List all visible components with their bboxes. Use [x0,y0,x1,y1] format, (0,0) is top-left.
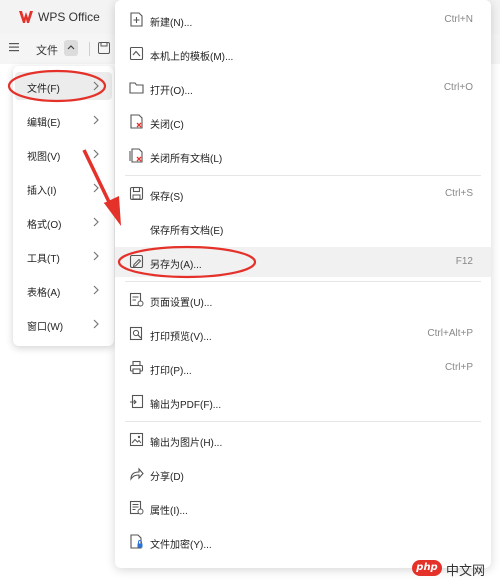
share-icon [130,467,144,481]
shortcut-label: Ctrl+P [444,362,473,373]
toolbar-divider [89,42,90,56]
chevron-right-icon [93,319,99,329]
menu-item-label: 工具(T) [27,254,60,265]
folder-icon [129,82,144,94]
menu-item-page-setup[interactable]: 页面设置(U)... [115,285,491,315]
menu-item-view[interactable]: 视图(V) [15,140,112,168]
menu-item-label: 格式(O) [27,220,62,231]
chevron-up-icon [67,45,75,50]
wps-logo-icon [19,11,33,23]
menu-item-label: 分享(D) [150,472,184,483]
close-doc-icon [130,114,143,129]
menu-item-label: 关闭所有文档(L) [150,154,223,165]
menu-item-label: 属性(I)... [150,506,188,517]
menu-item-window[interactable]: 窗口(W) [15,310,112,338]
menu-item-save[interactable]: 保存(S) Ctrl+S [115,179,491,209]
menu-item-close[interactable]: 关闭(C) [115,107,491,137]
save-icon [129,186,144,201]
encrypt-icon [130,534,143,549]
menu-item-label: 页面设置(U)... [150,298,213,309]
file-menu-button[interactable]: 文件 [36,42,58,58]
template-icon [129,46,144,61]
menu-item-close-all[interactable]: 关闭所有文档(L) [115,141,491,171]
menu-item-tools[interactable]: 工具(T) [15,242,112,270]
chevron-right-icon [93,285,99,295]
shortcut-label: Ctrl+O [443,82,473,93]
menu-item-export-pdf[interactable]: 输出为PDF(F)... [115,387,491,417]
menu-item-print-preview[interactable]: 打印预览(V)... Ctrl+Alt+P [115,319,491,349]
menu-item-label: 另存为(A)... [150,260,202,271]
watermark-badge: php [412,560,442,576]
menu-item-file[interactable]: 文件(F) [15,72,112,100]
menu-item-new[interactable]: 新建(N)... Ctrl+N [115,5,491,35]
menu-item-save-as[interactable]: 另存为(A)... F12 [115,247,491,277]
menu-item-label: 本机上的模板(M)... [150,52,234,63]
menu-item-label: 打印(P)... [150,366,192,377]
pdf-export-icon [130,394,144,409]
menu-item-label: 文件加密(Y)... [150,540,212,551]
menu-item-label: 窗口(W) [27,322,64,333]
menu-item-label: 输出为图片(H)... [150,438,223,449]
menu-item-label: 视图(V) [27,152,61,163]
menu-item-print[interactable]: 打印(P)... Ctrl+P [115,353,491,383]
menu-item-label: 表格(A) [27,288,61,299]
menu-item-label: 保存(S) [150,192,184,203]
shortcut-label: Ctrl+S [444,188,473,199]
chevron-right-icon [93,217,99,227]
chevron-right-icon [93,149,99,159]
menu-divider [125,421,481,422]
menu-item-open[interactable]: 打开(O)... Ctrl+O [115,73,491,103]
chevron-right-icon [93,251,99,261]
hamburger-menu-icon[interactable] [9,42,19,52]
page-setup-icon [129,292,144,307]
menu-item-label: 插入(I) [27,186,57,197]
file-dropdown-button[interactable] [64,40,78,56]
main-menu-dropdown: 文件(F) 编辑(E) 视图(V) 插入(I) 格式(O) 工具(T) 表格(A… [13,66,114,346]
image-export-icon [129,432,144,447]
menu-item-share[interactable]: 分享(D) [115,459,491,489]
quick-save-icon[interactable] [98,42,110,54]
menu-item-export-image[interactable]: 输出为图片(H)... [115,425,491,455]
properties-icon [129,500,144,515]
menu-item-label: 关闭(C) [150,120,184,131]
chevron-right-icon [93,183,99,193]
menu-item-insert[interactable]: 插入(I) [15,174,112,202]
menu-item-label: 输出为PDF(F)... [150,400,222,411]
new-doc-icon [130,12,143,27]
save-as-icon [129,254,144,269]
menu-item-properties[interactable]: 属性(I)... [115,493,491,523]
menu-divider [125,281,481,282]
shortcut-label: F12 [455,256,473,267]
menu-item-label: 编辑(E) [27,118,61,129]
menu-item-label: 文件(F) [27,84,60,95]
printer-icon [129,360,144,375]
chevron-right-icon [93,81,99,91]
app-title: WPS Office [38,10,100,24]
file-submenu: 新建(N)... Ctrl+N 本机上的模板(M)... 打开(O)... Ct… [115,0,491,568]
menu-divider [125,175,481,176]
menu-item-save-all[interactable]: 保存所有文档(E) [115,213,491,243]
menu-item-label: 新建(N)... [150,18,193,29]
close-all-icon [129,148,143,163]
shortcut-label: Ctrl+N [444,14,473,25]
shortcut-label: Ctrl+Alt+P [427,328,473,339]
chevron-right-icon [93,115,99,125]
menu-item-edit[interactable]: 编辑(E) [15,106,112,134]
menu-item-local-templates[interactable]: 本机上的模板(M)... [115,39,491,69]
menu-item-label: 保存所有文档(E) [150,226,224,237]
menu-item-table[interactable]: 表格(A) [15,276,112,304]
print-preview-icon [129,326,143,341]
menu-item-label: 打开(O)... [150,86,193,97]
site-watermark: php 中文网 [412,559,494,579]
watermark-text: 中文网 [446,564,486,579]
menu-item-encrypt[interactable]: 文件加密(Y)... [115,527,491,557]
menu-item-label: 打印预览(V)... [150,332,212,343]
menu-item-format[interactable]: 格式(O) [15,208,112,236]
